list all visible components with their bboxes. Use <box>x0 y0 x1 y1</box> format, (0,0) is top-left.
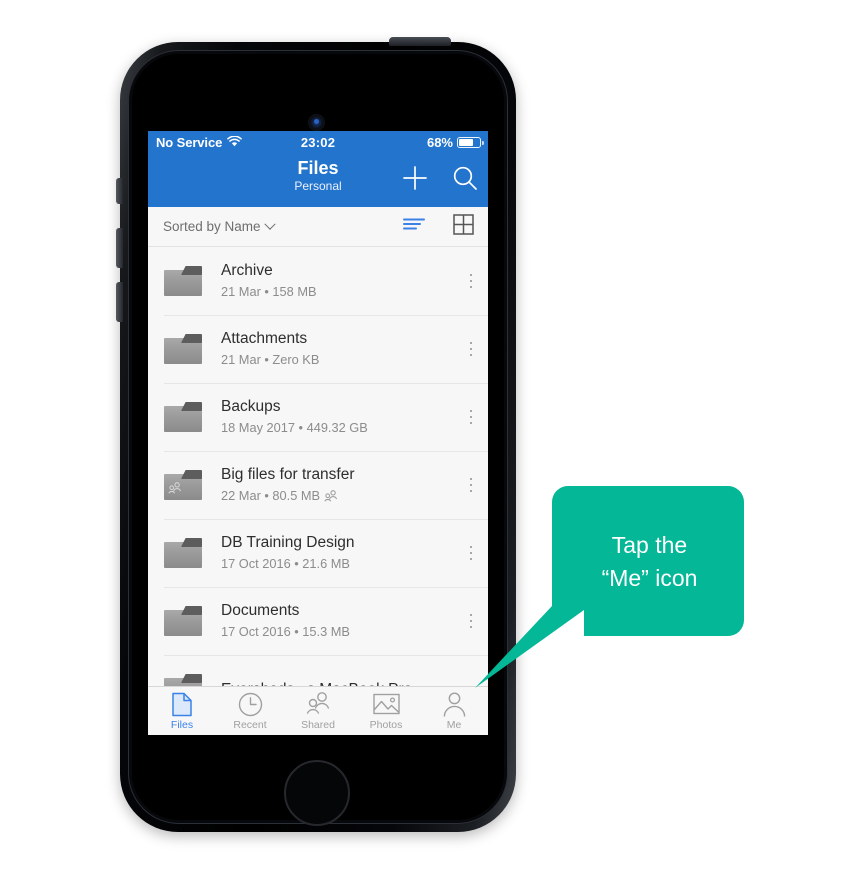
power-button[interactable] <box>389 37 451 46</box>
more-options-icon[interactable] <box>454 519 488 587</box>
folder-icon <box>164 402 202 432</box>
file-row[interactable]: Backups 18 May 2017 • 449.32 GB <box>148 383 488 451</box>
tab-shared[interactable]: Shared <box>284 687 352 735</box>
file-meta: 21 Mar • 158 MB <box>221 284 317 299</box>
more-options-icon[interactable] <box>454 383 488 451</box>
tab-photos[interactable]: Photos <box>352 687 420 735</box>
file-text-block: Attachments 21 Mar • Zero KB <box>221 329 454 369</box>
sort-dropdown[interactable]: Sorted by Name <box>163 218 276 234</box>
callout-line-1: Tap the <box>611 532 688 558</box>
clock-icon <box>238 692 263 717</box>
file-row[interactable]: Attachments 21 Mar • Zero KB <box>148 315 488 383</box>
home-button[interactable] <box>284 760 350 826</box>
grid-view-icon[interactable] <box>453 213 474 240</box>
chevron-down-icon <box>263 218 276 230</box>
file-meta: 17 Oct 2016 • 15.3 MB <box>221 624 350 639</box>
folder-icon <box>164 538 202 568</box>
file-text-block: Documents 17 Oct 2016 • 15.3 MB <box>221 601 454 641</box>
front-camera-icon <box>308 114 325 131</box>
tab-label: Me <box>446 718 462 731</box>
file-name: Big files for transfer <box>221 466 355 483</box>
callout-line-2: “Me” icon <box>601 565 698 591</box>
tab-label: Photos <box>369 718 403 731</box>
file-meta: 18 May 2017 • 449.32 GB <box>221 420 368 435</box>
tab-recent[interactable]: Recent <box>216 687 284 735</box>
nav-actions <box>401 164 479 192</box>
tab-bar: Files Recent Shared Photos Me <box>148 686 488 735</box>
document-icon <box>171 692 193 717</box>
shared-folder-icon <box>164 470 202 500</box>
navigation-bar: Files Personal <box>148 153 488 207</box>
list-view-icon[interactable] <box>403 216 425 237</box>
person-icon <box>443 692 466 717</box>
photo-icon <box>372 692 400 717</box>
tab-label: Recent <box>233 718 267 731</box>
sort-label-text: Sorted by Name <box>163 219 261 234</box>
volume-up-button[interactable] <box>116 228 123 268</box>
battery-percent-label: 68% <box>426 134 453 150</box>
file-text-block: Big files for transfer 22 Mar • 80.5 MB <box>221 465 454 505</box>
file-meta: 22 Mar • 80.5 MB <box>221 488 321 503</box>
more-options-icon[interactable] <box>454 451 488 519</box>
sort-bar: Sorted by Name <box>148 207 488 247</box>
volume-down-button[interactable] <box>116 282 123 322</box>
file-text-block: DB Training Design 17 Oct 2016 • 21.6 MB <box>221 533 454 573</box>
tab-files[interactable]: Files <box>148 687 216 735</box>
status-bar: No Service 23:02 68% <box>148 131 488 153</box>
file-text-block: Backups 18 May 2017 • 449.32 GB <box>221 397 454 437</box>
file-name: Attachments <box>221 330 308 347</box>
tab-label: Shared <box>301 718 335 731</box>
file-meta: 21 Mar • Zero KB <box>221 352 320 367</box>
file-row[interactable]: Archive 21 Mar • 158 MB <box>148 247 488 315</box>
folder-icon <box>164 266 202 296</box>
file-text-block: Archive 21 Mar • 158 MB <box>221 261 454 301</box>
file-row[interactable]: Documents 17 Oct 2016 • 15.3 MB <box>148 587 488 655</box>
more-options-icon[interactable] <box>454 587 488 655</box>
file-row[interactable]: Big files for transfer 22 Mar • 80.5 MB <box>148 451 488 519</box>
file-meta-row: 17 Oct 2016 • 15.3 MB <box>221 623 454 641</box>
file-row[interactable]: DB Training Design 17 Oct 2016 • 21.6 MB <box>148 519 488 587</box>
callout-text: Tap the “Me” icon <box>552 529 747 595</box>
file-meta-row: 18 May 2017 • 449.32 GB <box>221 419 454 437</box>
file-meta-row: 17 Oct 2016 • 21.6 MB <box>221 555 454 573</box>
file-name: Backups <box>221 398 281 415</box>
view-toggle-group <box>403 213 474 240</box>
mute-switch[interactable] <box>116 178 123 204</box>
file-meta-row: 22 Mar • 80.5 MB <box>221 487 454 505</box>
people-icon <box>306 692 331 717</box>
tab-label: Files <box>170 718 194 731</box>
battery-icon <box>457 136 484 148</box>
shared-indicator-icon <box>324 489 338 503</box>
file-meta-row: 21 Mar • 158 MB <box>221 283 454 301</box>
file-meta: 17 Oct 2016 • 21.6 MB <box>221 556 350 571</box>
more-options-icon[interactable] <box>454 247 488 315</box>
file-name: DB Training Design <box>221 534 355 551</box>
tab-me[interactable]: Me <box>420 687 488 735</box>
file-meta-row: 21 Mar • Zero KB <box>221 351 454 369</box>
plus-icon[interactable] <box>401 164 429 192</box>
status-bar-right: 68% <box>426 134 484 150</box>
search-icon[interactable] <box>451 164 479 192</box>
file-list[interactable]: Archive 21 Mar • 158 MB Attachments 21 Mar … <box>148 247 488 726</box>
folder-icon <box>164 334 202 364</box>
battery-fill <box>459 138 473 146</box>
more-options-icon[interactable] <box>454 315 488 383</box>
phone-screen: No Service 23:02 68% Files Personal Sort… <box>148 131 488 735</box>
file-name: Documents <box>221 602 300 619</box>
file-name: Archive <box>221 262 273 279</box>
phone-device: No Service 23:02 68% Files Personal Sort… <box>116 37 516 832</box>
folder-icon <box>164 606 202 636</box>
